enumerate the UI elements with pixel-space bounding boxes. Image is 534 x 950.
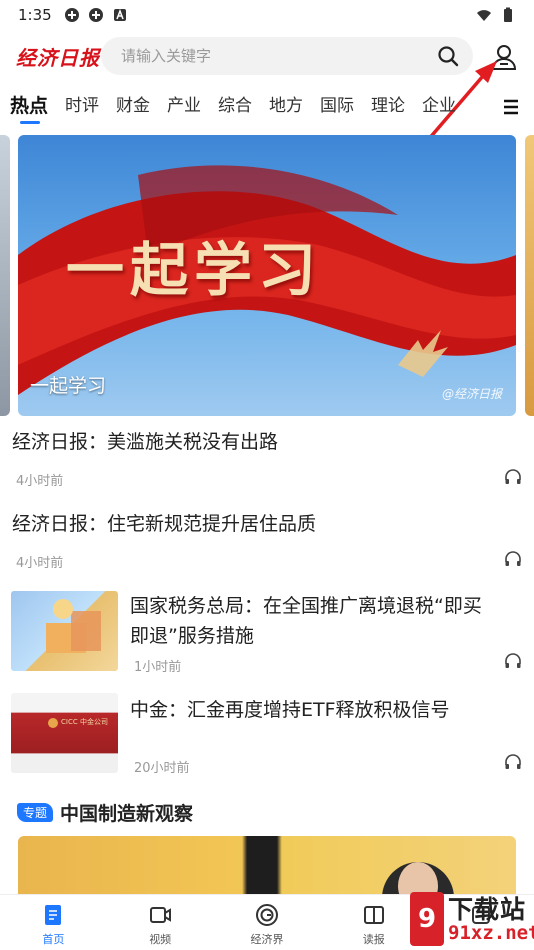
- status-bar: 1:35: [0, 0, 534, 30]
- tab-local[interactable]: 地方: [269, 88, 303, 126]
- topic-section-header[interactable]: 专题 中国制造新观察: [0, 796, 534, 830]
- banner-watermark: @经济日报: [441, 387, 502, 401]
- news-item[interactable]: 国家税务总局：在全国推广离境退税“即买 即退”服务措施 1小时前: [0, 590, 534, 682]
- category-tabs: 热点 时评 财金 产业 综合 地方 国际 理论 企业: [0, 88, 534, 128]
- wifi-icon: [477, 10, 491, 21]
- app-logo[interactable]: 经济日报: [16, 42, 100, 71]
- thumbnail-logo-text: CICC 中金公司: [61, 718, 108, 726]
- news-time: 4小时前: [16, 474, 64, 489]
- nav-label: 读报: [362, 933, 385, 946]
- nav-label: 首页: [42, 933, 65, 946]
- status-notification-icons: [64, 7, 128, 23]
- nav-label: 视频: [149, 933, 172, 946]
- news-time: 4小时前: [16, 556, 64, 571]
- news-time: 20小时前: [134, 761, 190, 776]
- banner-carousel[interactable]: 一起学习 @经济日报 一起学习: [0, 135, 534, 416]
- newspaper-icon: [363, 906, 384, 924]
- news-item[interactable]: 经济日报：美滥施关税没有出路 4小时前: [0, 424, 534, 494]
- home-icon: [45, 905, 62, 925]
- watermark-brand-top: 下载站: [448, 895, 527, 924]
- banner-title-art: 一起学习: [66, 236, 323, 304]
- tab-hot[interactable]: 热点: [10, 88, 48, 126]
- tab-finance[interactable]: 财金: [116, 88, 150, 126]
- tab-industry[interactable]: 产业: [167, 88, 201, 126]
- watermark-brand-bottom: 91xz.net: [448, 922, 534, 944]
- tab-enterprise[interactable]: 企业: [422, 88, 456, 126]
- news-thumbnail[interactable]: CICC 中金公司: [11, 693, 118, 773]
- nav-video[interactable]: 视频: [107, 895, 214, 950]
- news-time: 1小时前: [134, 660, 182, 675]
- tab-international[interactable]: 国际: [320, 88, 354, 126]
- news-title-line-2[interactable]: 即退”服务措施: [130, 621, 254, 651]
- circle-icon: [255, 904, 278, 926]
- tab-comprehensive[interactable]: 综合: [218, 88, 252, 126]
- tab-theory[interactable]: 理论: [371, 88, 405, 126]
- battery-icon: [504, 7, 512, 22]
- nav-home[interactable]: 首页: [0, 895, 107, 950]
- news-title-line-1[interactable]: 国家税务总局：在全国推广离境退税“即买: [130, 591, 482, 621]
- carousel-prev-slide[interactable]: [0, 135, 10, 416]
- menu-icon[interactable]: [500, 96, 522, 118]
- tab-commentary[interactable]: 时评: [65, 88, 99, 126]
- news-title[interactable]: 经济日报：住宅新规范提升居住品质: [12, 509, 316, 539]
- news-title[interactable]: 中金：汇金再度增持ETF释放积极信号: [130, 695, 450, 725]
- topic-image[interactable]: [18, 836, 516, 896]
- news-item[interactable]: 经济日报：住宅新规范提升居住品质 4小时前: [0, 506, 534, 576]
- nav-label: 经济界: [250, 933, 284, 946]
- headphone-icon[interactable]: [504, 468, 522, 486]
- banner-slide[interactable]: 一起学习 @经济日报 一起学习: [18, 135, 516, 416]
- news-thumbnail[interactable]: [11, 591, 118, 671]
- a-badge-icon: [113, 8, 126, 21]
- nav-economy-world[interactable]: 经济界: [214, 895, 321, 950]
- headphone-icon[interactable]: [504, 753, 522, 771]
- app-notification-icon: [64, 8, 79, 22]
- carousel-next-slide[interactable]: [525, 135, 534, 416]
- topic-title[interactable]: 中国制造新观察: [60, 799, 193, 826]
- headphone-icon[interactable]: [504, 652, 522, 670]
- status-time: 1:35: [18, 6, 52, 24]
- topic-tag: 专题: [17, 803, 54, 822]
- status-system-icons: [476, 7, 516, 23]
- site-watermark: 9 下载站 91xz.net: [410, 888, 534, 950]
- app-notification-icon: [88, 8, 103, 22]
- headphone-icon[interactable]: [504, 550, 522, 568]
- watermark-logo: 9: [410, 892, 444, 946]
- banner-caption: 一起学习: [30, 375, 107, 397]
- video-icon: [150, 907, 172, 923]
- news-title[interactable]: 经济日报：美滥施关税没有出路: [12, 427, 278, 457]
- news-item[interactable]: CICC 中金公司 中金：汇金再度增持ETF释放积极信号 20小时前: [0, 693, 534, 785]
